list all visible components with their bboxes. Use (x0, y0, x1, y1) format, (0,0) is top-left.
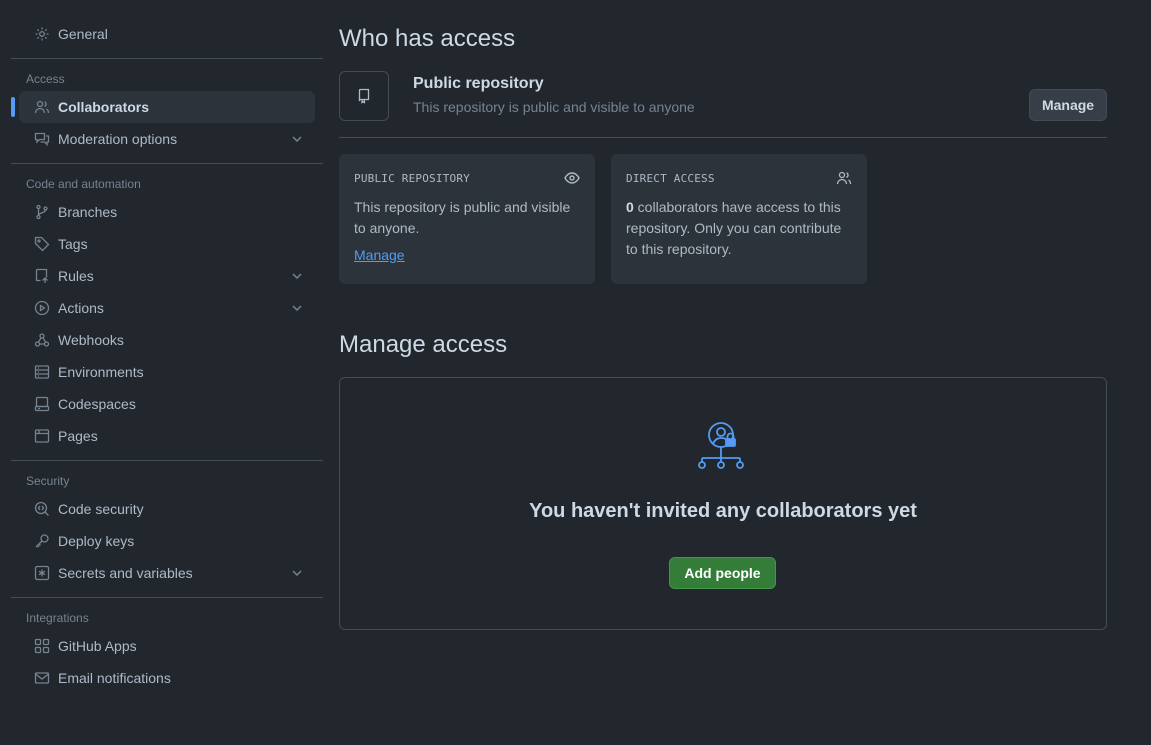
repo-push-icon (34, 268, 50, 284)
browser-icon (34, 428, 50, 444)
repo-visibility-title: Public repository (413, 75, 544, 92)
sidebar-item-deploy-keys[interactable]: Deploy keys (19, 525, 315, 557)
empty-state-message: You haven't invited any collaborators ye… (529, 500, 917, 522)
apps-icon (34, 638, 50, 654)
git-branch-icon (34, 204, 50, 220)
people-icon (34, 99, 50, 115)
divider (11, 597, 323, 598)
sidebar-item-label: Deploy keys (58, 533, 135, 549)
codescan-icon (34, 501, 50, 517)
card-text: 0 collaborators have access to this repo… (626, 197, 852, 260)
divider (11, 58, 323, 59)
server-icon (34, 364, 50, 380)
mail-icon (34, 670, 50, 686)
webhook-icon (34, 332, 50, 348)
sidebar-item-label: Branches (58, 204, 118, 220)
collaborator-count: 0 (626, 199, 634, 215)
play-icon (34, 300, 50, 316)
sidebar-item-label: Actions (58, 300, 104, 316)
repo-visibility-row: Public repository This repository is pub… (339, 71, 1107, 138)
divider (11, 460, 323, 461)
eye-icon (564, 172, 580, 184)
card-text: This repository is public and visible to… (354, 199, 571, 236)
direct-access-text: collaborators have access to this reposi… (626, 199, 842, 257)
gear-icon (34, 26, 50, 42)
sidebar-item-email-notifications[interactable]: Email notifications (19, 662, 315, 694)
asterisk-icon (34, 565, 50, 581)
sidebar-item-label: Environments (58, 364, 144, 380)
direct-access-card: DIRECT ACCESS 0 collaborators have acces… (611, 154, 867, 284)
sidebar-item-label: Webhooks (58, 332, 124, 348)
sidebar-item-tags[interactable]: Tags (19, 228, 315, 260)
chevron-down-icon[interactable] (289, 268, 305, 284)
divider (11, 163, 323, 164)
sidebar-item-pages[interactable]: Pages (19, 420, 315, 452)
sidebar-item-label: Tags (58, 236, 88, 252)
sidebar-item-label: Code security (58, 501, 144, 517)
people-icon (836, 171, 852, 185)
sidebar-item-secrets[interactable]: Secrets and variables (19, 557, 315, 589)
sidebar-item-actions[interactable]: Actions (19, 292, 315, 324)
sidebar-item-webhooks[interactable]: Webhooks (19, 324, 315, 356)
chevron-down-icon[interactable] (289, 300, 305, 316)
sidebar-item-collaborators[interactable]: Collaborators (11, 91, 315, 123)
add-people-button[interactable]: Add people (669, 557, 776, 589)
group-title-access: Access (26, 72, 65, 86)
manage-link[interactable]: Manage (354, 247, 405, 263)
repo-visibility-description: This repository is public and visible to… (413, 99, 695, 115)
comment-discussion-icon (34, 131, 50, 147)
sidebar-item-github-apps[interactable]: GitHub Apps (19, 630, 315, 662)
sidebar-item-code-security[interactable]: Code security (19, 493, 315, 525)
manage-button[interactable]: Manage (1029, 89, 1107, 121)
sidebar-item-label: Pages (58, 428, 98, 444)
empty-state: You haven't invited any collaborators ye… (339, 377, 1107, 630)
group-title-security: Security (26, 474, 70, 488)
sidebar-item-environments[interactable]: Environments (19, 356, 315, 388)
card-label: DIRECT ACCESS (626, 172, 715, 185)
group-title-code: Code and automation (26, 177, 141, 191)
tag-icon (34, 236, 50, 252)
sidebar-item-label: Secrets and variables (58, 565, 193, 581)
codespaces-icon (34, 396, 50, 412)
sidebar-item-label: GitHub Apps (58, 638, 137, 654)
sidebar-item-branches[interactable]: Branches (19, 196, 315, 228)
key-icon (34, 533, 50, 549)
people-lock-icon (698, 422, 744, 469)
section-title: Manage access (339, 331, 508, 358)
sidebar-item-label: Email notifications (58, 670, 171, 686)
sidebar-item-general[interactable]: General (19, 18, 315, 50)
sidebar-item-label: Moderation options (58, 131, 178, 147)
sidebar-item-label: Collaborators (58, 99, 150, 115)
page-title: Who has access (339, 25, 516, 52)
group-title-integrations: Integrations (26, 611, 89, 625)
sidebar-item-codespaces[interactable]: Codespaces (19, 388, 315, 420)
chevron-down-icon[interactable] (289, 131, 305, 147)
public-repository-card: PUBLIC REPOSITORY This repository is pub… (339, 154, 595, 284)
repo-icon (339, 71, 389, 121)
sidebar-item-label: Rules (58, 268, 94, 284)
settings-sidebar: General Access Collaborators Moderation … (11, 18, 323, 694)
sidebar-item-label: Codespaces (58, 396, 136, 412)
sidebar-item-label: General (58, 26, 108, 42)
chevron-down-icon[interactable] (289, 565, 305, 581)
access-summary-cards: PUBLIC REPOSITORY This repository is pub… (339, 154, 867, 284)
sidebar-item-moderation[interactable]: Moderation options (19, 123, 315, 155)
sidebar-item-rules[interactable]: Rules (19, 260, 315, 292)
card-label: PUBLIC REPOSITORY (354, 172, 470, 185)
